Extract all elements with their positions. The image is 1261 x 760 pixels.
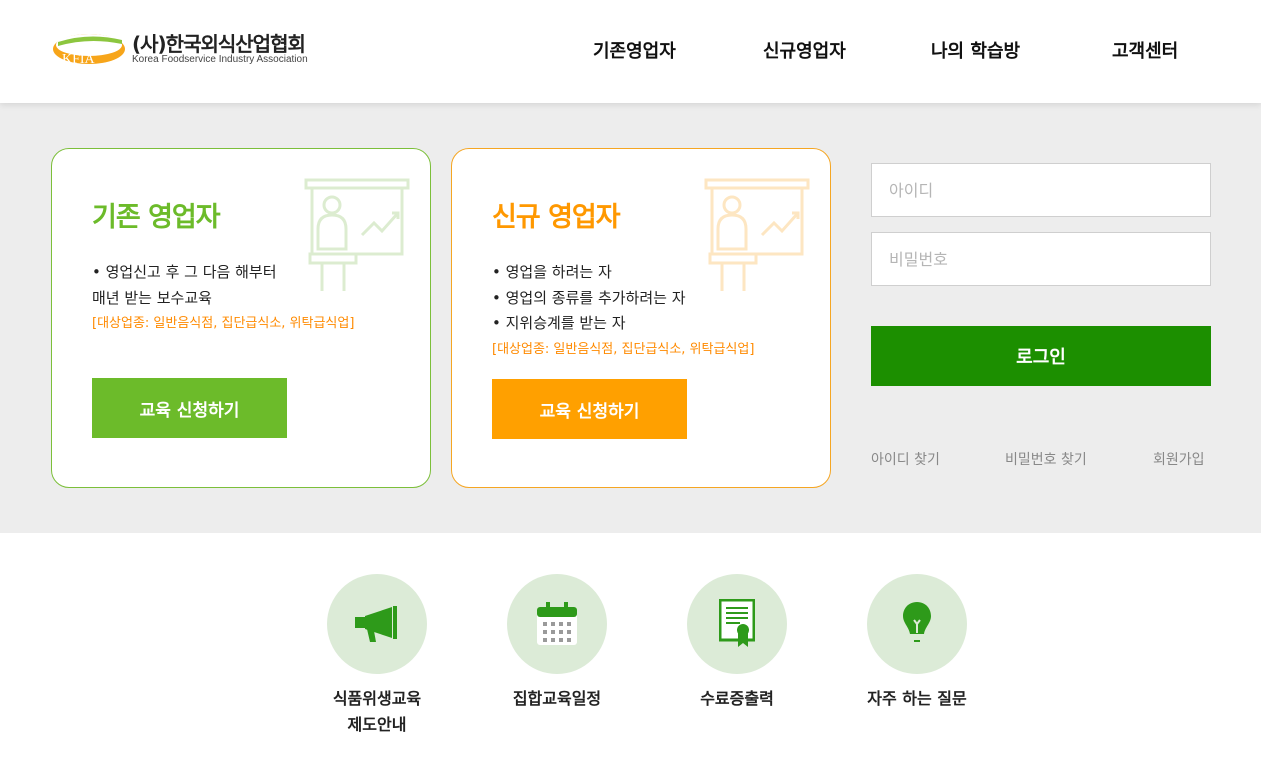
quick-item-label: 집합교육일정 <box>512 689 602 708</box>
user-id-input[interactable] <box>871 163 1211 217</box>
nav-new-operators[interactable]: 신규영업자 <box>763 37 846 63</box>
nav-customer-center[interactable]: 고객센터 <box>1112 37 1178 63</box>
quick-item-faq[interactable]: 자주 하는 질문 <box>827 574 1007 712</box>
quick-item-circle <box>867 574 967 674</box>
nav-existing-operators[interactable]: 기존영업자 <box>593 37 676 63</box>
quick-item-circle <box>687 574 787 674</box>
existing-card-line: • 영업신고 후 그 다음 해부터 <box>92 263 277 281</box>
new-apply-button[interactable]: 교육 신청하기 <box>492 379 687 439</box>
quick-item-label: 식품위생교육 제도안내 <box>332 689 422 734</box>
quick-item-label: 자주 하는 질문 <box>867 689 967 708</box>
quick-item-education-guide[interactable]: 식품위생교육 제도안내 <box>287 574 467 738</box>
existing-card-title: 기존 영업자 <box>92 202 221 233</box>
find-id-link[interactable]: 아이디 찾기 <box>871 449 940 469</box>
nav-my-study-room[interactable]: 나의 학습방 <box>931 37 1020 63</box>
login-links: 아이디 찾기 비밀번호 찾기 회원가입 <box>871 449 1211 469</box>
new-card-line: • 영업의 종류를 추가하려는 자 <box>492 288 686 307</box>
calendar-icon <box>537 602 577 645</box>
site-header: KFIA (사)한국외식산업협회 Korea Foodservice Indus… <box>0 0 1261 103</box>
new-card-description: • 영업을 하려는 자 • 영업의 종류를 추가하려는 자 • 지위승계를 받는… <box>492 260 754 362</box>
certificate-icon <box>719 599 755 647</box>
new-card-line: • 영업을 하려는 자 <box>492 263 612 281</box>
password-input[interactable] <box>871 232 1211 286</box>
quick-item-circle <box>327 574 427 674</box>
new-card-title: 신규 영업자 <box>492 202 621 233</box>
main-nav: 기존영업자 신규영업자 나의 학습방 고객센터 <box>0 37 1261 63</box>
login-button[interactable]: 로그인 <box>871 326 1211 386</box>
new-card-target-industries: [대상업종: 일반음식점, 집단급식소, 위탁급식업] <box>492 341 755 357</box>
quick-item-label: 수료증출력 <box>700 689 774 708</box>
quick-item-certificate-print[interactable]: 수료증출력 <box>647 574 827 712</box>
existing-card-line: 매년 받는 보수교육 <box>92 288 212 307</box>
existing-apply-button[interactable]: 교육 신청하기 <box>92 378 287 438</box>
existing-operator-card: 기존 영업자 • 영업신고 후 그 다음 해부터 매년 받는 보수교육 [대상업… <box>51 148 431 488</box>
find-password-link[interactable]: 비밀번호 찾기 <box>1005 449 1087 469</box>
sign-up-link[interactable]: 회원가입 <box>1153 449 1205 469</box>
new-card-line: • 지위승계를 받는 자 <box>492 314 626 332</box>
new-operator-card: 신규 영업자 • 영업을 하려는 자 • 영업의 종류를 추가하려는 자 • 지… <box>451 148 831 488</box>
existing-card-target-industries: [대상업종: 일반음식점, 집단급식소, 위탁급식업] <box>92 316 355 331</box>
main-section: 기존 영업자 • 영업신고 후 그 다음 해부터 매년 받는 보수교육 [대상업… <box>0 103 1261 533</box>
quick-item-group-schedule[interactable]: 집합교육일정 <box>467 574 647 712</box>
quick-menu: 식품위생교육 제도안내 집합교육일정 수료증출력 자주 하는 질문 <box>0 533 1261 760</box>
lightbulb-icon <box>903 602 931 642</box>
quick-item-circle <box>507 574 607 674</box>
existing-card-description: • 영업신고 후 그 다음 해부터 매년 받는 보수교육 [대상업종: 일반음식… <box>92 260 354 336</box>
megaphone-icon <box>355 606 397 642</box>
